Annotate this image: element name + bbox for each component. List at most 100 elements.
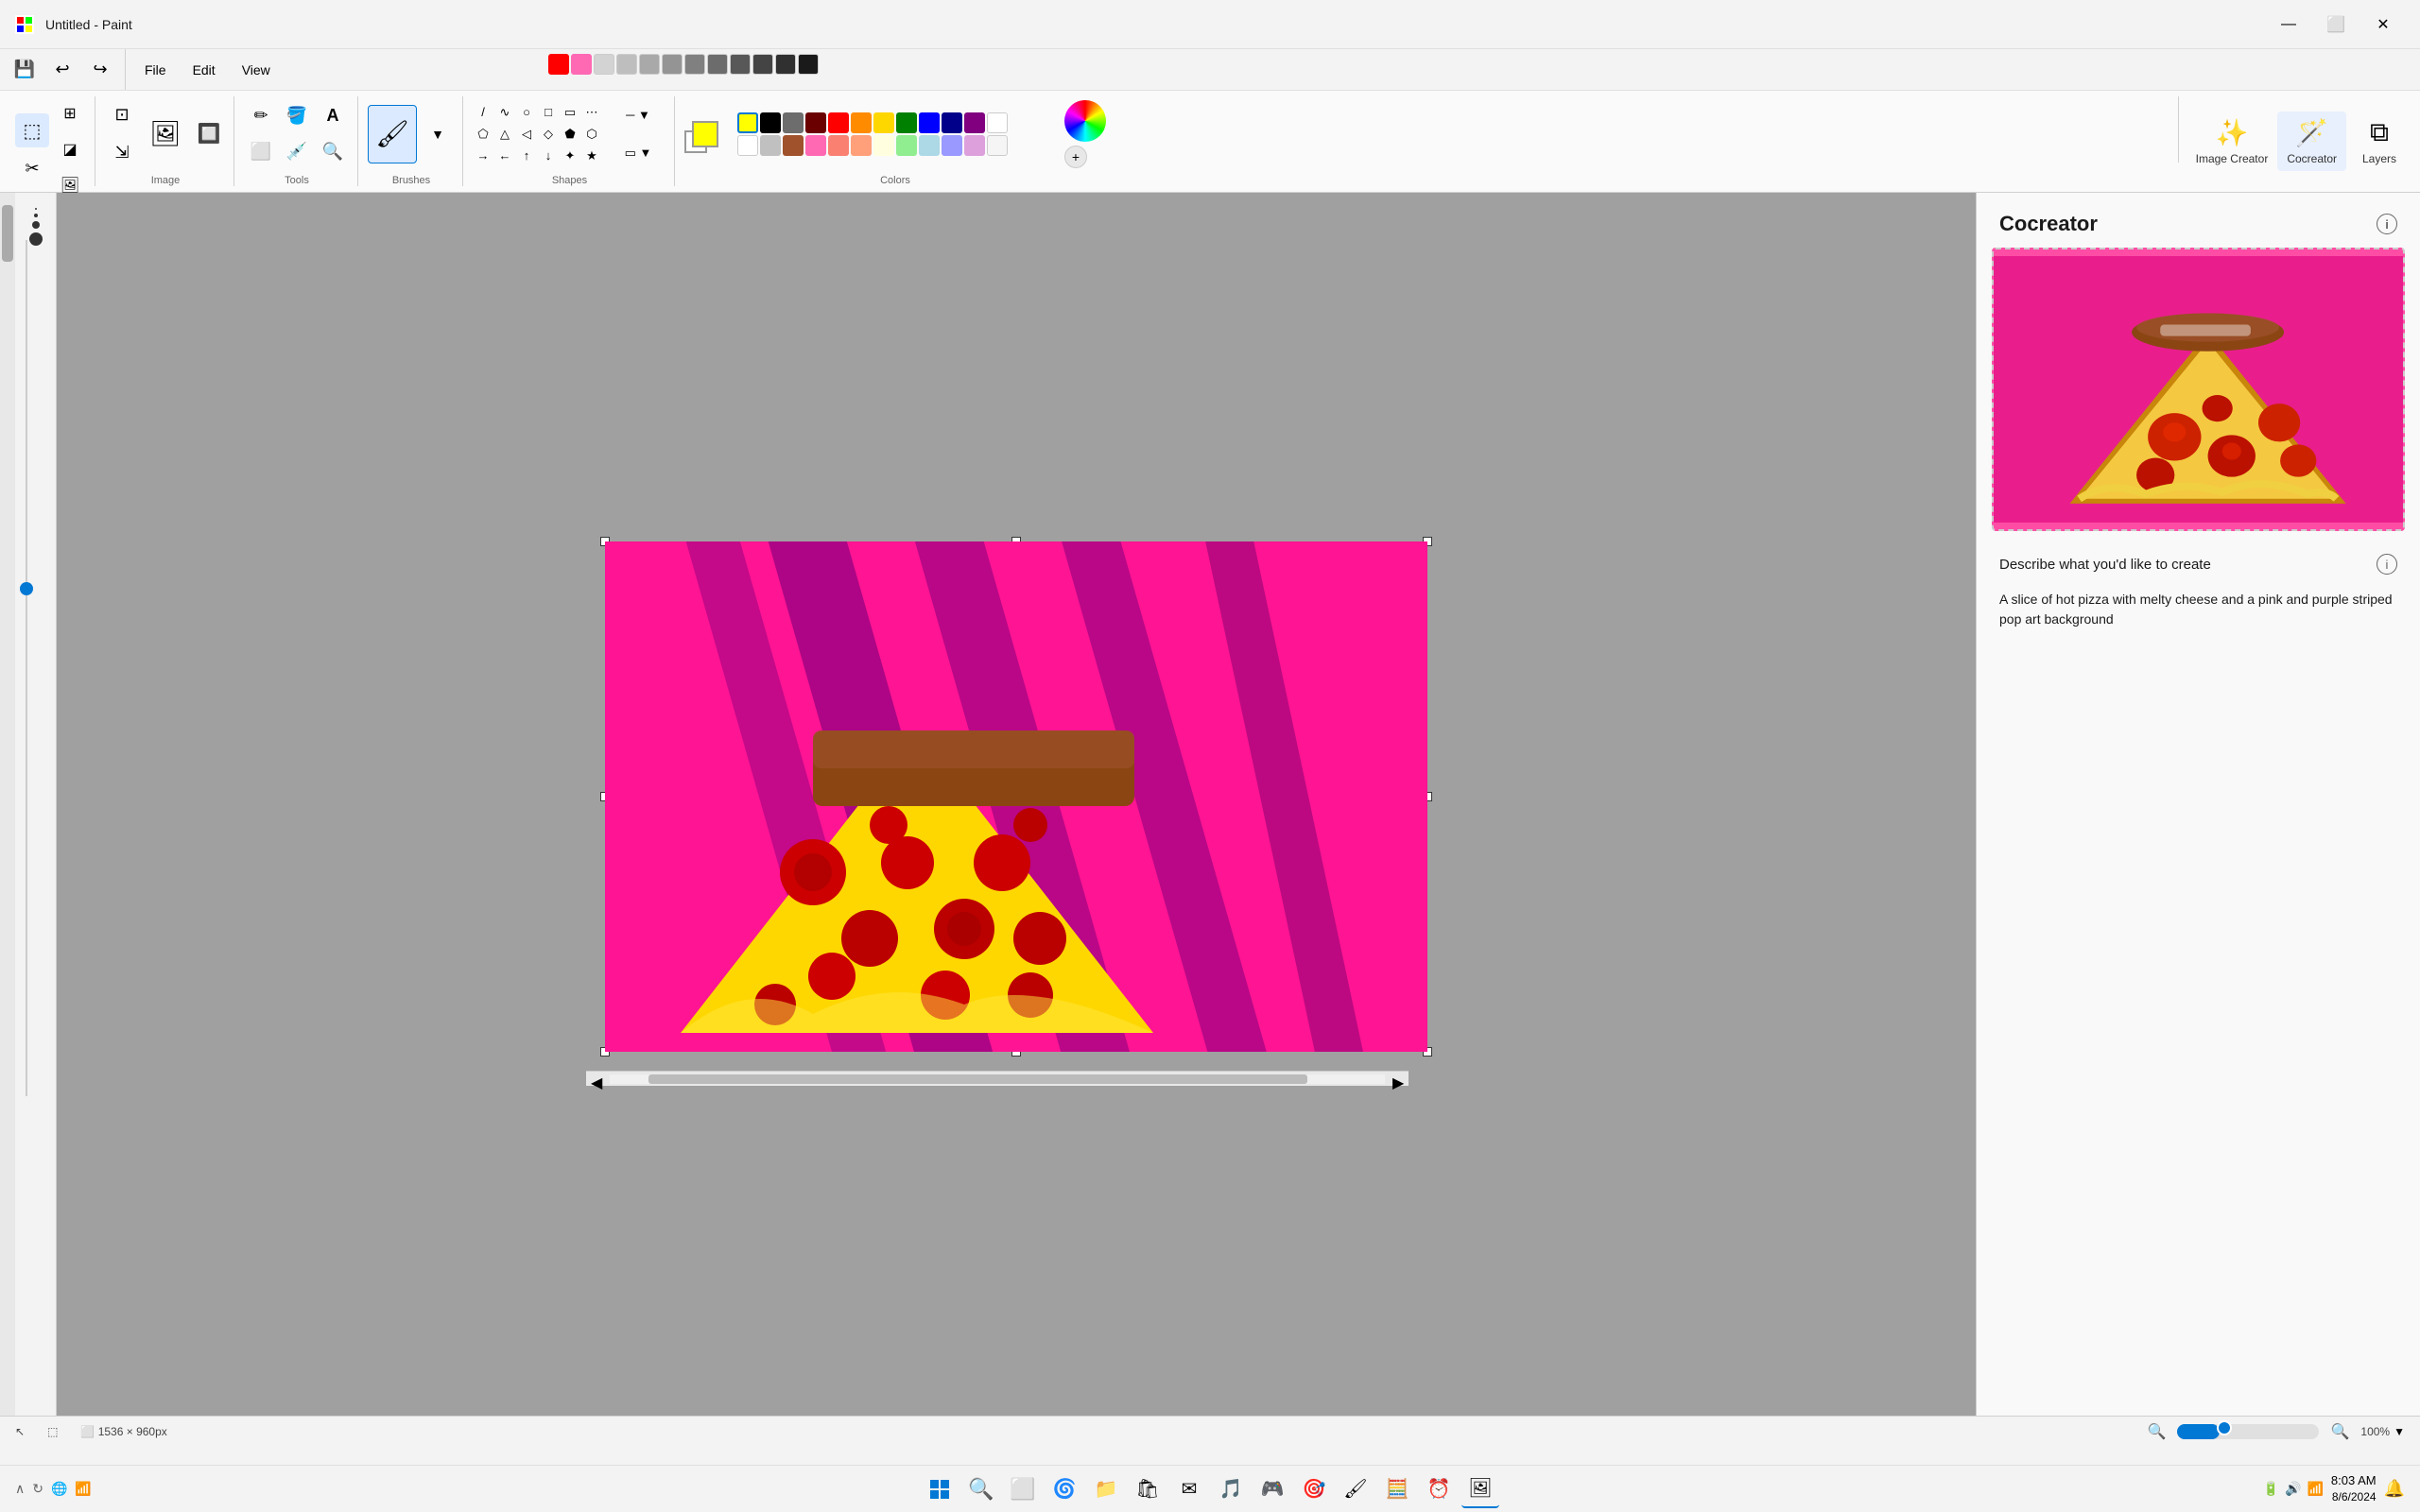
image-magic-button[interactable]: 🖼	[143, 112, 188, 157]
zoom-in-button[interactable]: 🔍	[2330, 1422, 2349, 1441]
shape-star5[interactable]: ★	[581, 146, 602, 166]
brush-size-slider[interactable]	[19, 240, 34, 1096]
brush-type-dropdown[interactable]: ▼	[421, 117, 455, 151]
mail-button[interactable]: ✉	[1170, 1470, 1208, 1508]
eraser-tool[interactable]: ⬜	[244, 135, 278, 169]
shape-larrow[interactable]: ←	[494, 146, 515, 166]
slider-thumb[interactable]	[20, 582, 33, 595]
zoom-dropdown-button[interactable]: ▼	[2394, 1425, 2405, 1438]
color-green[interactable]	[896, 112, 917, 133]
prompt-input[interactable]: A slice of hot pizza with melty cheese a…	[1999, 582, 2397, 677]
zoom-tool[interactable]: 🔍	[316, 135, 350, 169]
canvas-wrapper[interactable]	[605, 541, 1427, 1052]
shape-star4[interactable]: ✦	[560, 146, 580, 166]
shape-darrow[interactable]: ↓	[538, 146, 559, 166]
redo-button[interactable]: ↪	[83, 53, 117, 87]
color-darkblue[interactable]	[942, 112, 962, 133]
shape-uarrow[interactable]: ↑	[516, 146, 537, 166]
color-white[interactable]	[987, 112, 1008, 133]
file-menu[interactable]: File	[133, 57, 178, 83]
steam-button[interactable]: 🎮	[1253, 1470, 1291, 1508]
close-button[interactable]: ✕	[2361, 9, 2405, 40]
left-scroll-thumb[interactable]	[2, 205, 13, 262]
clock-button[interactable]: ⏰	[1420, 1470, 1458, 1508]
start-button[interactable]	[921, 1470, 959, 1508]
fill-dropdown[interactable]: ▭ ▼	[610, 136, 666, 170]
scroll-left-btn[interactable]: ◀	[591, 1074, 602, 1085]
select-rectangle-button[interactable]: ⬚	[15, 113, 49, 147]
zoom-slider-track[interactable]	[2177, 1424, 2319, 1439]
color-wheel-button[interactable]	[1064, 100, 1106, 142]
shape-oval[interactable]: ○	[516, 102, 537, 123]
color-white2[interactable]	[737, 135, 758, 156]
description-info-icon[interactable]: i	[2377, 554, 2397, 575]
photoshop-button[interactable]: 🖌	[1337, 1470, 1374, 1508]
task-view-button[interactable]: ⬜	[1004, 1470, 1042, 1508]
pointer-tool[interactable]: ↖	[15, 1425, 25, 1438]
h-scrollbar[interactable]: ◀ ▶	[586, 1071, 1409, 1086]
clock-display[interactable]: 8:03 AM 8/6/2024	[2331, 1472, 2377, 1505]
sync-icon[interactable]: ↻	[32, 1481, 43, 1497]
shape-rect[interactable]: □	[538, 102, 559, 123]
store-button[interactable]: 🛍	[1129, 1470, 1167, 1508]
calculator-button[interactable]: 🧮	[1378, 1470, 1416, 1508]
edit-menu[interactable]: Edit	[182, 57, 227, 83]
notification-button[interactable]: 🔔	[2384, 1479, 2405, 1499]
color-lg10[interactable]	[798, 54, 819, 75]
zoom-thumb[interactable]	[2217, 1420, 2232, 1435]
shape-rarrow[interactable]: →	[473, 146, 493, 166]
maximize-button[interactable]: ⬜	[2314, 9, 2358, 40]
color-red2[interactable]	[548, 54, 569, 75]
shape-more[interactable]: ⋯	[581, 102, 602, 123]
color-salmon[interactable]	[828, 135, 849, 156]
h-scroll-thumb[interactable]	[648, 1074, 1307, 1084]
shape-roundrect[interactable]: ▭	[560, 102, 580, 123]
color-periwinkle[interactable]	[942, 135, 962, 156]
explorer-button[interactable]: 📁	[1087, 1470, 1125, 1508]
invert-selection-button[interactable]: ◪	[53, 132, 87, 166]
color-red[interactable]	[828, 112, 849, 133]
shape-triangle[interactable]: △	[494, 124, 515, 145]
color-pick-tool[interactable]: 💉	[280, 135, 314, 169]
add-color-button[interactable]: +	[1064, 146, 1087, 168]
search-taskbar-button[interactable]: 🔍	[962, 1470, 1000, 1508]
cocreator-tool[interactable]: 🪄 Cocreator	[2277, 112, 2346, 171]
shape-line[interactable]: /	[473, 102, 493, 123]
shape-poly[interactable]: ⬠	[473, 124, 493, 145]
shape-curve[interactable]: ∿	[494, 102, 515, 123]
color1-swatch[interactable]	[692, 121, 718, 147]
color-lightblue[interactable]	[919, 135, 940, 156]
select-all-button[interactable]: ⊞	[53, 96, 87, 130]
canvas-area[interactable]: ◀ ▶	[57, 193, 1976, 1416]
color-lg1[interactable]	[594, 54, 614, 75]
color-lg3[interactable]	[639, 54, 660, 75]
wifi-icon[interactable]: 📶	[75, 1481, 91, 1497]
color-yellow[interactable]	[737, 112, 758, 133]
color-whitesmoke[interactable]	[987, 135, 1008, 156]
xbox-button[interactable]: 🎯	[1295, 1470, 1333, 1508]
shape-diamond[interactable]: ◇	[538, 124, 559, 145]
info-icon[interactable]: i	[2377, 214, 2397, 234]
pencil-tool[interactable]: ✏	[244, 99, 278, 133]
color-lightyellow[interactable]	[873, 135, 894, 156]
color-lg9[interactable]	[775, 54, 796, 75]
chevron-up-area[interactable]: ∧	[15, 1481, 25, 1497]
crop-button[interactable]: ⊡	[105, 98, 139, 132]
text-tool[interactable]: A	[316, 99, 350, 133]
color-lightsalmon[interactable]	[851, 135, 872, 156]
color-silver[interactable]	[760, 135, 781, 156]
resize-button[interactable]: ⇲	[105, 136, 139, 170]
shape-hex[interactable]: ⬡	[581, 124, 602, 145]
shape-pentagon[interactable]: ⬟	[560, 124, 580, 145]
brush-active[interactable]: 🖌	[368, 105, 417, 163]
spotify-button[interactable]: 🎵	[1212, 1470, 1250, 1508]
outline-dropdown[interactable]: ─ ▼	[610, 98, 666, 132]
scroll-track[interactable]	[610, 1074, 1385, 1084]
view-menu[interactable]: View	[231, 57, 282, 83]
color-lg7[interactable]	[730, 54, 751, 75]
fill-tool[interactable]: 🪣	[280, 99, 314, 133]
color-hotpink[interactable]	[805, 135, 826, 156]
left-scrollbar[interactable]	[0, 193, 15, 1416]
color-purple[interactable]	[964, 112, 985, 133]
color-lg5[interactable]	[684, 54, 705, 75]
